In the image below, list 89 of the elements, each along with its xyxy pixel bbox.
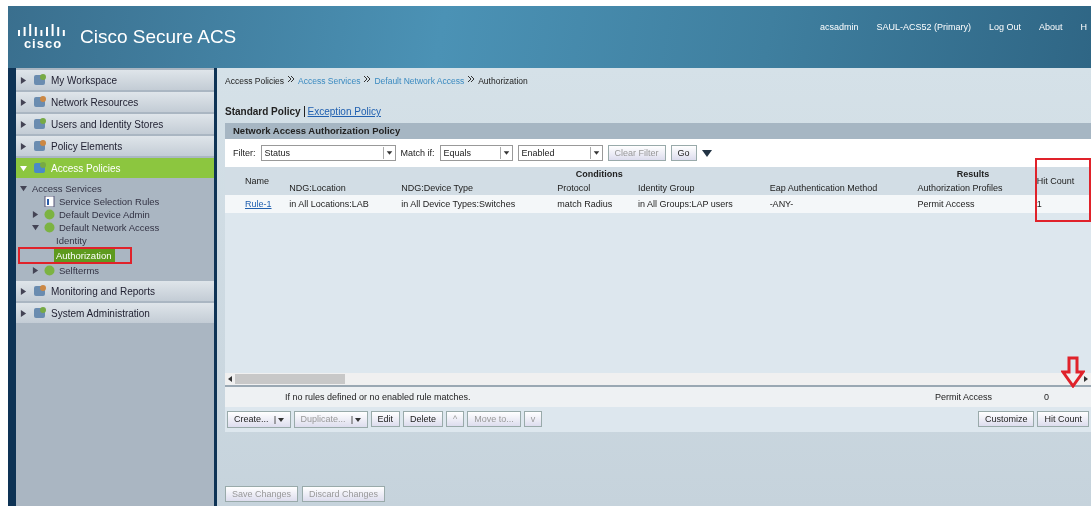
- section-icon: [33, 73, 47, 87]
- expand-icon[interactable]: [20, 98, 27, 106]
- expand-icon[interactable]: [20, 287, 27, 295]
- caret-icon[interactable]: [701, 149, 712, 157]
- table-cell: in All Device Types:Switches: [397, 195, 554, 213]
- nav-section[interactable]: Monitoring and Reports: [16, 281, 214, 301]
- nav-section[interactable]: Policy Elements: [16, 136, 214, 156]
- filter-dropdown[interactable]: Status: [260, 145, 396, 161]
- filter-label: Filter:: [233, 148, 256, 158]
- action-button[interactable]: Edit: [370, 411, 401, 428]
- header-link[interactable]: acsadmin: [819, 22, 859, 32]
- column-header: Hit Count: [1032, 167, 1091, 195]
- document-icon: [44, 196, 55, 207]
- column-group-header: Conditions: [575, 169, 623, 179]
- table-cell: match Radius: [553, 195, 634, 213]
- action-button[interactable]: Hit Count: [1037, 411, 1089, 428]
- expand-icon[interactable]: [20, 76, 27, 84]
- table-cell: Permit Access: [934, 392, 992, 402]
- policy-tab[interactable]: Standard Policy: [225, 106, 301, 117]
- section-icon: [33, 117, 47, 131]
- collapse-icon[interactable]: [32, 224, 39, 231]
- column-header: NDG:Device Type: [397, 181, 554, 195]
- tree-item[interactable]: Authorization: [54, 249, 116, 262]
- action-button[interactable]: Create...: [227, 411, 291, 428]
- match-label: Match if:: [400, 148, 435, 158]
- arrow-icon: [1061, 356, 1085, 388]
- table-cell: in All Groups:LAP users: [633, 195, 766, 213]
- column-header: NDG:Location: [285, 181, 398, 195]
- expand-icon[interactable]: [20, 120, 27, 128]
- operator-dropdown[interactable]: Equals: [439, 145, 513, 161]
- nav-section[interactable]: Users and Identity Stores: [16, 114, 214, 134]
- section-icon: [33, 139, 47, 153]
- status-dot-icon: [44, 209, 55, 220]
- table-cell: 1: [1032, 195, 1091, 213]
- tree-item[interactable]: Service Selection Rules: [20, 195, 214, 208]
- value-dropdown[interactable]: Enabled: [517, 145, 603, 161]
- section-icon: [33, 306, 47, 320]
- expand-icon[interactable]: [20, 309, 27, 317]
- chevron-icon: [468, 76, 475, 82]
- dropdown-arrow-icon[interactable]: [382, 147, 395, 159]
- tree-item[interactable]: Default Network Access: [20, 221, 214, 234]
- column-group-header: Results: [956, 169, 990, 179]
- expand-icon[interactable]: [32, 267, 39, 274]
- header-link[interactable]: Log Out: [988, 22, 1021, 32]
- column-header: Protocol: [553, 181, 634, 195]
- header-link[interactable]: H: [1080, 22, 1087, 32]
- table-cell: 0: [1044, 392, 1049, 402]
- chevron-icon: [288, 76, 295, 82]
- tree-item[interactable]: Default Device Admin: [20, 208, 214, 221]
- header-link[interactable]: About: [1038, 22, 1063, 32]
- column-header: Name: [241, 167, 286, 195]
- column-header: Authorization Profiles: [913, 181, 1033, 195]
- default-rule-text: If no rules defined or no enabled rule matches.: [285, 392, 471, 402]
- cisco-logo: cisco: [18, 23, 68, 51]
- nav-section[interactable]: System Administration: [16, 303, 214, 323]
- status-dot-icon: [44, 222, 55, 233]
- column-header: Identity Group: [633, 181, 766, 195]
- section-icon: [33, 284, 47, 298]
- rule-link[interactable]: Rule-1: [241, 195, 286, 213]
- column-header: Eap Authentication Method: [765, 181, 914, 195]
- action-button[interactable]: Customize: [977, 411, 1035, 428]
- tree-item[interactable]: Identity: [20, 234, 214, 247]
- status-dot-icon: [44, 265, 55, 276]
- tree-item[interactable]: Selfterms: [20, 264, 214, 277]
- chevron-icon: [364, 76, 371, 82]
- horizontal-scrollbar[interactable]: [225, 373, 1091, 387]
- highlight-box: [1035, 158, 1091, 222]
- breadcrumb-text: Authorization: [478, 76, 528, 86]
- section-icon: [33, 95, 47, 109]
- table-cell: -ANY-: [765, 195, 914, 213]
- policy-tab[interactable]: Exception Policy: [307, 106, 381, 117]
- tree-item[interactable]: Access Services: [20, 182, 214, 195]
- section-icon: [33, 161, 47, 175]
- dropdown-arrow-icon[interactable]: [589, 147, 602, 159]
- action-button[interactable]: Delete: [403, 411, 444, 428]
- table-cell: in All Locations:LAB: [285, 195, 398, 213]
- dropdown-arrow-icon[interactable]: [273, 414, 284, 425]
- collapse-icon[interactable]: [20, 185, 27, 192]
- breadcrumb-text: Access Policies: [225, 76, 285, 86]
- nav-section[interactable]: Network Resources: [16, 92, 214, 112]
- dropdown-arrow-icon[interactable]: [499, 147, 512, 159]
- expand-icon[interactable]: [32, 211, 39, 218]
- go-button[interactable]: Go: [670, 145, 697, 161]
- app-title: Cisco Secure ACS: [80, 26, 237, 48]
- panel-title: Network Access Authorization Policy: [225, 123, 1091, 139]
- nav-section[interactable]: My Workspace: [16, 70, 214, 90]
- header-link[interactable]: SAUL-ACS52 (Primary): [876, 22, 971, 32]
- expand-icon[interactable]: [20, 142, 27, 150]
- table-cell: Permit Access: [913, 195, 1033, 213]
